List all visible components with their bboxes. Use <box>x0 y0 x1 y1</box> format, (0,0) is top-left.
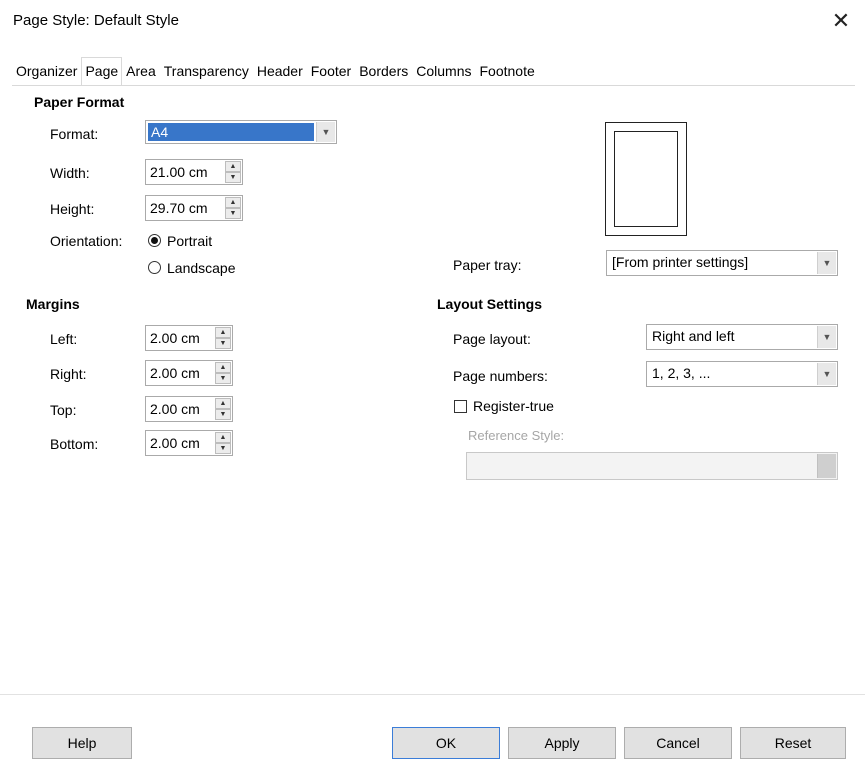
format-label: Format: <box>50 126 99 142</box>
decrement-icon[interactable]: ▼ <box>225 208 241 219</box>
format-highlight <box>148 123 314 141</box>
register-true-checkbox[interactable] <box>454 400 467 413</box>
cancel-button[interactable]: Cancel <box>624 727 732 759</box>
margin-right-value: 2.00 cm <box>150 365 200 381</box>
landscape-radio[interactable] <box>148 261 161 274</box>
margin-left-value: 2.00 cm <box>150 330 200 346</box>
format-combo[interactable]: A4 ▼ <box>145 120 337 144</box>
margin-left-spinner[interactable]: 2.00 cm ▲ ▼ <box>145 325 233 351</box>
page-layout-combo[interactable]: Right and left ▼ <box>646 324 838 350</box>
tab-columns[interactable]: Columns <box>412 57 475 85</box>
close-icon[interactable]: ✕ <box>826 6 856 36</box>
width-spinner[interactable]: 21.00 cm ▲ ▼ <box>145 159 243 185</box>
landscape-label[interactable]: Landscape <box>167 260 236 276</box>
portrait-radio[interactable] <box>148 234 161 247</box>
tab-borders[interactable]: Borders <box>355 57 412 85</box>
chevron-down-icon[interactable]: ▼ <box>817 252 836 274</box>
increment-icon[interactable]: ▲ <box>225 197 241 208</box>
apply-button[interactable]: Apply <box>508 727 616 759</box>
page-numbers-label: Page numbers: <box>453 368 548 384</box>
orientation-label: Orientation: <box>50 233 123 249</box>
reset-button[interactable]: Reset <box>740 727 846 759</box>
decrement-icon[interactable]: ▼ <box>225 172 241 183</box>
tab-transparency[interactable]: Transparency <box>160 57 253 85</box>
increment-icon[interactable]: ▲ <box>215 327 231 338</box>
margin-bottom-value: 2.00 cm <box>150 435 200 451</box>
decrement-icon[interactable]: ▼ <box>215 338 231 349</box>
page-preview-margins <box>614 131 678 227</box>
reference-style-label: Reference Style: <box>468 428 565 443</box>
decrement-icon[interactable]: ▼ <box>215 443 231 454</box>
margin-left-label: Left: <box>50 331 78 347</box>
margin-bottom-label: Bottom: <box>50 436 99 452</box>
increment-icon[interactable]: ▲ <box>215 432 231 443</box>
decrement-icon[interactable]: ▼ <box>215 373 231 384</box>
tab-area[interactable]: Area <box>122 57 160 85</box>
paper-tray-combo[interactable]: [From printer settings] ▼ <box>606 250 838 276</box>
reference-style-combo <box>466 452 838 480</box>
chevron-down-icon[interactable]: ▼ <box>817 363 836 385</box>
portrait-label[interactable]: Portrait <box>167 233 212 249</box>
margin-top-spinner[interactable]: 2.00 cm ▲ ▼ <box>145 396 233 422</box>
page-numbers-combo[interactable]: 1, 2, 3, ... ▼ <box>646 361 838 387</box>
increment-icon[interactable]: ▲ <box>215 362 231 373</box>
register-true-label[interactable]: Register-true <box>473 398 554 414</box>
paper-format-heading: Paper Format <box>34 94 125 110</box>
page-layout-label: Page layout: <box>453 331 531 347</box>
increment-icon[interactable]: ▲ <box>215 398 231 409</box>
window-title: Page Style: Default Style <box>13 12 179 29</box>
tab-footer[interactable]: Footer <box>307 57 355 85</box>
paper-tray-value: [From printer settings] <box>612 254 749 270</box>
margin-right-label: Right: <box>50 366 87 382</box>
chevron-down-icon <box>817 454 836 478</box>
tab-organizer[interactable]: Organizer <box>12 57 81 85</box>
layout-settings-heading: Layout Settings <box>437 296 543 312</box>
ok-button[interactable]: OK <box>392 727 500 759</box>
margin-top-value: 2.00 cm <box>150 401 200 417</box>
margins-heading: Margins <box>26 296 80 312</box>
tab-footnote[interactable]: Footnote <box>476 57 539 85</box>
margin-right-spinner[interactable]: 2.00 cm ▲ ▼ <box>145 360 233 386</box>
tab-divider <box>12 85 855 86</box>
page-numbers-value: 1, 2, 3, ... <box>652 365 711 381</box>
page-layout-value: Right and left <box>652 328 735 344</box>
format-value: A4 <box>151 124 169 140</box>
margin-top-label: Top: <box>50 402 77 418</box>
tab-header[interactable]: Header <box>253 57 307 85</box>
decrement-icon[interactable]: ▼ <box>215 409 231 420</box>
margin-bottom-spinner[interactable]: 2.00 cm ▲ ▼ <box>145 430 233 456</box>
height-label: Height: <box>50 201 95 217</box>
paper-tray-label: Paper tray: <box>453 257 522 273</box>
chevron-down-icon[interactable]: ▼ <box>316 122 335 142</box>
chevron-down-icon[interactable]: ▼ <box>817 326 836 348</box>
height-value: 29.70 cm <box>150 200 208 216</box>
help-button[interactable]: Help <box>32 727 132 759</box>
height-spinner[interactable]: 29.70 cm ▲ ▼ <box>145 195 243 221</box>
tab-bar: Organizer Page Area Transparency Header … <box>12 53 539 85</box>
width-label: Width: <box>50 165 90 181</box>
increment-icon[interactable]: ▲ <box>225 161 241 172</box>
width-value: 21.00 cm <box>150 164 208 180</box>
tab-page[interactable]: Page <box>81 57 123 85</box>
